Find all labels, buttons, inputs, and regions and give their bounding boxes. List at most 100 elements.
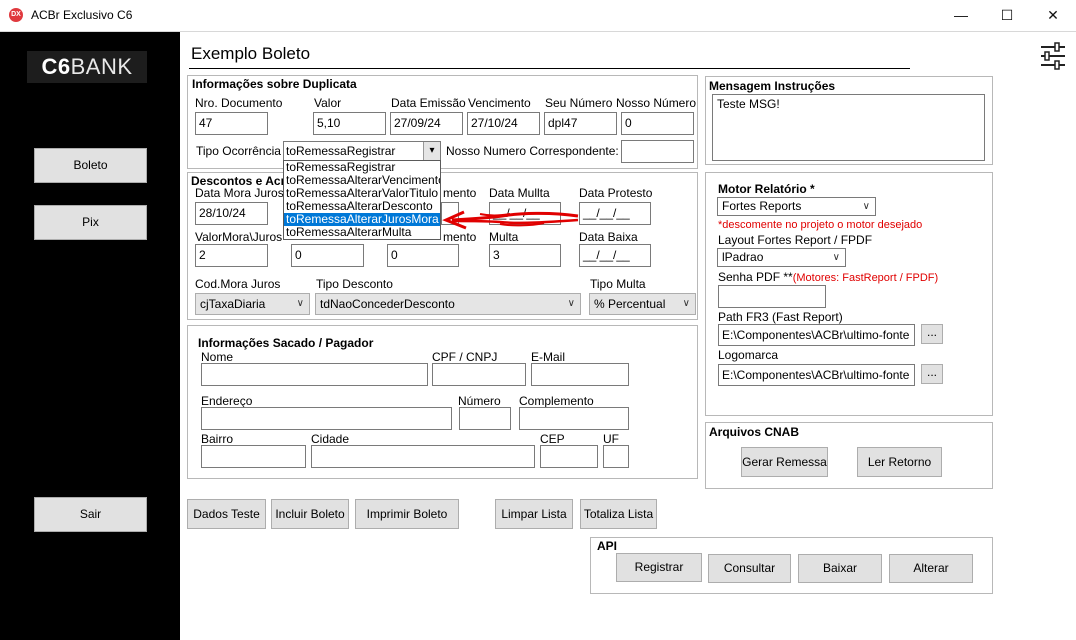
tipo-ocorrencia-label: Tipo Ocorrência <box>196 144 281 158</box>
api-title: API <box>597 539 618 553</box>
senha-pdf-input[interactable] <box>718 285 826 308</box>
email-label: E-Mail <box>531 350 566 364</box>
tipo-desconto-select[interactable]: tdNaoConcederDesconto ∨ <box>315 293 581 315</box>
minimize-icon[interactable]: — <box>938 0 984 31</box>
nro-documento-input[interactable]: 47 <box>195 112 268 135</box>
valor-input[interactable]: 5,10 <box>313 112 386 135</box>
cod-mora-juros-select[interactable]: cjTaxaDiaria ∨ <box>195 293 310 315</box>
senha-pdf-label-text: Senha PDF ** <box>718 270 793 284</box>
ocorrencia-option[interactable]: toRemessaAlterarValorTitulo <box>284 187 440 200</box>
tipo-multa-select[interactable]: % Percentual ∨ <box>589 293 696 315</box>
gerar-remessa-button[interactable]: Gerar Remessa <box>741 447 828 477</box>
uf-input[interactable] <box>603 445 629 468</box>
path-fr3-browse-button[interactable]: ... <box>921 324 943 344</box>
tipo-ocorrencia-dropdown[interactable]: toRemessaRegistrar toRemessaAlterarVenci… <box>283 160 441 240</box>
cep-input[interactable] <box>540 445 598 468</box>
baixar-button[interactable]: Baixar <box>798 554 882 583</box>
ocorrencia-option-selected[interactable]: toRemessaAlterarJurosMora <box>284 213 440 226</box>
valor-mora-juros-input[interactable]: 2 <box>195 244 268 267</box>
totaliza-lista-button[interactable]: Totaliza Lista <box>580 499 657 529</box>
tipo-multa-value: % Percentual <box>594 297 666 311</box>
data-protesto-label: Data Protesto <box>579 186 653 200</box>
valor-mora-juros-label: ValorMora\Juros <box>195 230 283 244</box>
ocorrencia-option[interactable]: toRemessaAlterarMulta <box>284 226 440 239</box>
layout-select[interactable]: lPadrao ∨ <box>717 248 846 267</box>
mensagem-title: Mensagem Instruções <box>709 79 836 93</box>
cep-label: CEP <box>540 432 565 446</box>
consultar-button[interactable]: Consultar <box>708 554 791 583</box>
red-arrow-annotation <box>442 210 579 230</box>
maximize-icon[interactable]: ☐ <box>984 0 1030 31</box>
data-mora-juros-input[interactable]: 28/10/24 <box>195 202 268 225</box>
pix-button[interactable]: Pix <box>34 205 147 240</box>
motor-note: *descomente no projeto o motor desejado <box>718 219 923 231</box>
vencimento-input[interactable]: 27/10/24 <box>467 112 540 135</box>
nosso-numero-input[interactable]: 0 <box>621 112 694 135</box>
tipo-ocorrencia-value: toRemessaRegistrar <box>286 144 396 158</box>
numero-input[interactable] <box>459 407 511 430</box>
complemento-input[interactable] <box>519 407 629 430</box>
nosso-numero-label: Nosso Número <box>616 96 697 110</box>
cpf-cnpj-input[interactable] <box>432 363 526 386</box>
limpar-lista-button[interactable]: Limpar Lista <box>495 499 573 529</box>
tipo-desconto-value: tdNaoConcederDesconto <box>320 297 455 311</box>
mensagem-textarea[interactable]: Teste MSG! <box>712 94 985 161</box>
dados-teste-button[interactable]: Dados Teste <box>187 499 266 529</box>
valor-abatimento-label: mento <box>443 230 477 244</box>
numero-label: Número <box>458 394 501 408</box>
endereco-label: Endereço <box>201 394 253 408</box>
tipo-ocorrencia-select[interactable]: toRemessaRegistrar ▾ <box>283 141 441 161</box>
seu-numero-input[interactable]: dpl47 <box>544 112 617 135</box>
logomarca-browse-button[interactable]: ... <box>921 364 943 384</box>
motor-relatorio-value: Fortes Reports <box>722 199 802 213</box>
path-fr3-input[interactable]: E:\Componentes\ACBr\ultimo-fonte <box>718 324 915 346</box>
app-icon: DX <box>9 8 23 22</box>
nome-label: Nome <box>201 350 234 364</box>
ocorrencia-option[interactable]: toRemessaRegistrar <box>284 161 440 174</box>
data-baixa-input[interactable]: __/__/__ <box>579 244 651 267</box>
data-emissao-input[interactable]: 27/09/24 <box>390 112 463 135</box>
bairro-label: Bairro <box>201 432 234 446</box>
nosso-numero-corr-label: Nosso Numero Correspondente: <box>446 144 619 158</box>
tipo-multa-label: Tipo Multa <box>590 277 646 291</box>
incluir-boleto-button[interactable]: Incluir Boleto <box>271 499 349 529</box>
nosso-numero-corr-input[interactable] <box>621 140 694 163</box>
bairro-input[interactable] <box>201 445 306 468</box>
uf-label: UF <box>603 432 619 446</box>
valor-desconto-input[interactable]: 0 <box>291 244 364 267</box>
chevron-down-icon[interactable]: ▾ <box>423 142 440 160</box>
imprimir-boleto-button[interactable]: Imprimir Boleto <box>355 499 459 529</box>
chevron-down-icon: ∨ <box>832 252 840 263</box>
endereco-input[interactable] <box>201 407 452 430</box>
boleto-button[interactable]: Boleto <box>34 148 147 183</box>
ocorrencia-option[interactable]: toRemessaAlterarDesconto <box>284 200 440 213</box>
page-title: Exemplo Boleto <box>191 44 311 63</box>
cidade-label: Cidade <box>311 432 350 446</box>
sacado-title: Informações Sacado / Pagador <box>198 336 374 350</box>
alterar-button[interactable]: Alterar <box>889 554 973 583</box>
registrar-button[interactable]: Registrar <box>616 553 702 582</box>
chevron-down-icon: ∨ <box>296 298 304 309</box>
sair-button[interactable]: Sair <box>34 497 147 532</box>
ocorrencia-option[interactable]: toRemessaAlterarVencimento <box>284 174 440 187</box>
ler-retorno-button[interactable]: Ler Retorno <box>857 447 942 477</box>
logomarca-input[interactable]: E:\Componentes\ACBr\ultimo-fonte <box>718 364 915 386</box>
logo-rest: BANK <box>70 54 133 79</box>
cpf-cnpj-label: CPF / CNPJ <box>432 350 498 364</box>
motor-relatorio-select[interactable]: Fortes Reports ∨ <box>717 197 876 216</box>
email-input[interactable] <box>531 363 629 386</box>
nome-input[interactable] <box>201 363 428 386</box>
valor-label: Valor <box>314 96 342 110</box>
senha-pdf-label: Senha PDF **(Motores: FastReport / FPDF) <box>718 270 938 284</box>
settings-sliders-icon[interactable] <box>1039 42 1067 70</box>
valor-abatimento-input[interactable]: 0 <box>387 244 459 267</box>
close-icon[interactable]: ✕ <box>1030 0 1076 31</box>
title-underline <box>189 68 910 69</box>
data-protesto-input[interactable]: __/__/__ <box>579 202 651 225</box>
cidade-input[interactable] <box>311 445 535 468</box>
cod-mora-juros-value: cjTaxaDiaria <box>200 297 266 311</box>
multa-input[interactable]: 3 <box>489 244 561 267</box>
path-fr3-label: Path FR3 (Fast Report) <box>718 310 843 324</box>
data-desconto-label: mento <box>443 186 477 200</box>
tipo-desconto-label: Tipo Desconto <box>316 277 393 291</box>
